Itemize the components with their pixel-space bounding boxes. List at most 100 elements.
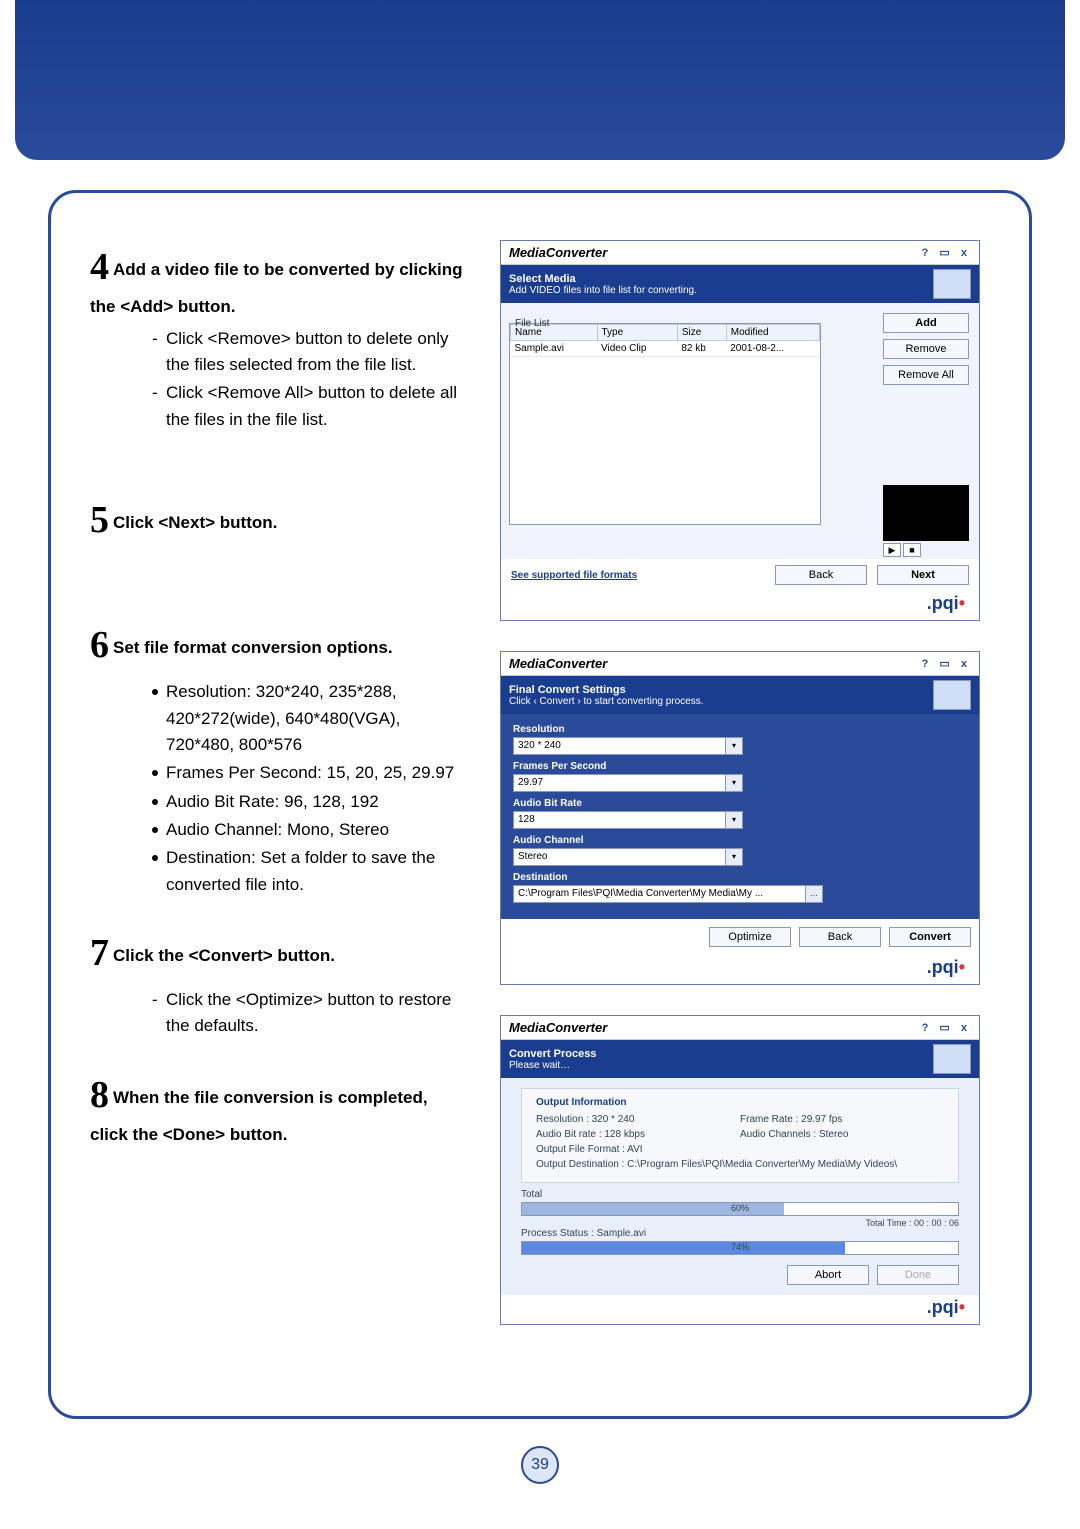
out-res: Resolution : 320 * 240 — [536, 1114, 740, 1125]
play-icon[interactable]: ▶ — [883, 543, 901, 557]
chevron-down-icon: ▾ — [725, 775, 742, 791]
step-4: 4Add a video file to be converted by cli… — [90, 240, 470, 433]
done-button[interactable]: Done — [877, 1265, 959, 1285]
header-band — [15, 0, 1065, 160]
window-footer: See supported file formats Back Next — [501, 559, 979, 591]
section-hint: Please wait… — [509, 1060, 933, 1071]
abort-button[interactable]: Abort — [787, 1265, 869, 1285]
step-number: 5 — [90, 493, 109, 548]
window-title: MediaConverter — [509, 245, 922, 260]
settings-body: Resolution 320 * 240▾ Frames Per Second … — [501, 714, 979, 919]
preview-controls: ▶ ■ — [883, 543, 969, 557]
optimize-button[interactable]: Optimize — [709, 927, 791, 947]
back-button[interactable]: Back — [799, 927, 881, 947]
next-button[interactable]: Next — [877, 565, 969, 585]
destination-label: Destination — [513, 872, 967, 883]
table-row[interactable]: Sample.avi Video Clip 82 kb 2001-08-2... — [511, 341, 820, 357]
output-info-heading: Output Information — [536, 1097, 944, 1108]
chevron-down-icon: ▾ — [725, 738, 742, 754]
section-header: Convert Process Please wait… — [501, 1040, 979, 1078]
step-6-item: Audio Channel: Mono, Stereo — [152, 817, 470, 843]
cell-name: Sample.avi — [511, 341, 598, 357]
window-title: MediaConverter — [509, 1020, 922, 1035]
section-title: Final Convert Settings — [509, 684, 933, 696]
total-label: Total — [521, 1189, 959, 1200]
step-number: 6 — [90, 618, 109, 673]
mediaconverter-process-window: MediaConverter ? ▭ x Convert Process Ple… — [500, 1015, 980, 1325]
step-7-item: Click the <Optimize> button to restore t… — [152, 987, 470, 1040]
screenshots-column: MediaConverter ? ▭ x Select Media Add VI… — [500, 240, 980, 1355]
titlebar: MediaConverter ? ▭ x — [501, 241, 979, 265]
out-abr: Audio Bit rate : 128 kbps — [536, 1129, 740, 1140]
step-number: 7 — [90, 926, 109, 981]
select-media-body: File List Name Type Size Modified Sample… — [501, 303, 979, 559]
total-progress-bar: 60% — [521, 1202, 959, 1216]
total-percent: 60% — [731, 1203, 749, 1213]
total-time: Total Time : 00 : 00 : 06 — [521, 1218, 959, 1228]
col-modified[interactable]: Modified — [726, 325, 819, 341]
step-title: Set file format conversion options. — [113, 638, 393, 657]
step-6-item: Resolution: 320*240, 235*288, 420*272(wi… — [152, 679, 470, 758]
remove-all-button[interactable]: Remove All — [883, 365, 969, 385]
media-icon — [933, 1044, 971, 1074]
section-hint: Add VIDEO files into file list for conve… — [509, 285, 933, 296]
window-controls[interactable]: ? ▭ x — [922, 246, 971, 259]
process-footer: Abort Done — [501, 1257, 979, 1293]
cell-modified: 2001-08-2... — [726, 341, 819, 357]
step-number: 4 — [90, 240, 109, 295]
step-8: 8When the file conversion is completed, … — [90, 1068, 470, 1148]
output-information: Output Information Resolution : 320 * 24… — [521, 1088, 959, 1183]
supported-formats-link[interactable]: See supported file formats — [511, 570, 637, 581]
file-list[interactable]: Name Type Size Modified Sample.avi Video… — [509, 323, 821, 525]
audio-bitrate-select[interactable]: 128▾ — [513, 811, 743, 829]
step-7: 7Click the <Convert> button. Click the <… — [90, 926, 470, 1040]
out-dest: Output Destination : C:\Program Files\PQ… — [536, 1159, 944, 1170]
chevron-down-icon: ▾ — [725, 812, 742, 828]
browse-icon[interactable]: … — [805, 886, 822, 902]
window-controls[interactable]: ? ▭ x — [922, 657, 971, 670]
process-percent: 74% — [731, 1242, 749, 1252]
titlebar: MediaConverter ? ▭ x — [501, 652, 979, 676]
add-button[interactable]: Add — [883, 313, 969, 333]
back-button[interactable]: Back — [775, 565, 867, 585]
step-4-item: Click <Remove All> button to delete all … — [152, 380, 470, 433]
fps-select[interactable]: 29.97▾ — [513, 774, 743, 792]
step-6: 6Set file format conversion options. Res… — [90, 618, 470, 898]
step-5: 5Click <Next> button. — [90, 493, 470, 548]
chevron-down-icon: ▾ — [725, 849, 742, 865]
section-header: Final Convert Settings Click ‹ Convert ›… — [501, 676, 979, 714]
remove-button[interactable]: Remove — [883, 339, 969, 359]
section-hint: Click ‹ Convert › to start converting pr… — [509, 696, 933, 707]
resolution-label: Resolution — [513, 724, 967, 735]
brand-logo: .pqi• — [501, 955, 979, 984]
fps-label: Frames Per Second — [513, 761, 967, 772]
step-title: When the file conversion is completed, c… — [90, 1088, 428, 1144]
process-body: Output Information Resolution : 320 * 24… — [501, 1078, 979, 1295]
page-content: 4Add a video file to be converted by cli… — [90, 240, 1000, 1355]
audio-channel-label: Audio Channel — [513, 835, 967, 846]
section-header: Select Media Add VIDEO files into file l… — [501, 265, 979, 303]
step-title: Add a video file to be converted by clic… — [90, 260, 463, 316]
resolution-select[interactable]: 320 * 240▾ — [513, 737, 743, 755]
step-title: Click <Next> button. — [113, 513, 277, 532]
audio-channel-select[interactable]: Stereo▾ — [513, 848, 743, 866]
step-4-item: Click <Remove> button to delete only the… — [152, 326, 470, 379]
process-status: Process Status : Sample.avi — [521, 1228, 959, 1239]
col-size[interactable]: Size — [677, 325, 726, 341]
instructions-column: 4Add a video file to be converted by cli… — [90, 240, 470, 1355]
titlebar: MediaConverter ? ▭ x — [501, 1016, 979, 1040]
mediaconverter-select-media-window: MediaConverter ? ▭ x Select Media Add VI… — [500, 240, 980, 621]
col-type[interactable]: Type — [597, 325, 677, 341]
window-controls[interactable]: ? ▭ x — [922, 1021, 971, 1034]
out-ach: Audio Channels : Stereo — [740, 1129, 944, 1140]
window-title: MediaConverter — [509, 656, 922, 671]
page-number: 39 — [521, 1446, 559, 1484]
stop-icon[interactable]: ■ — [903, 543, 921, 557]
convert-button[interactable]: Convert — [889, 927, 971, 947]
media-icon — [933, 680, 971, 710]
destination-field[interactable]: C:\Program Files\PQI\Media Converter\My … — [513, 885, 823, 903]
settings-footer: Optimize Back Convert — [501, 919, 979, 955]
out-fps: Frame Rate : 29.97 fps — [740, 1114, 944, 1125]
media-icon — [933, 269, 971, 299]
step-6-item: Audio Bit Rate: 96, 128, 192 — [152, 789, 470, 815]
